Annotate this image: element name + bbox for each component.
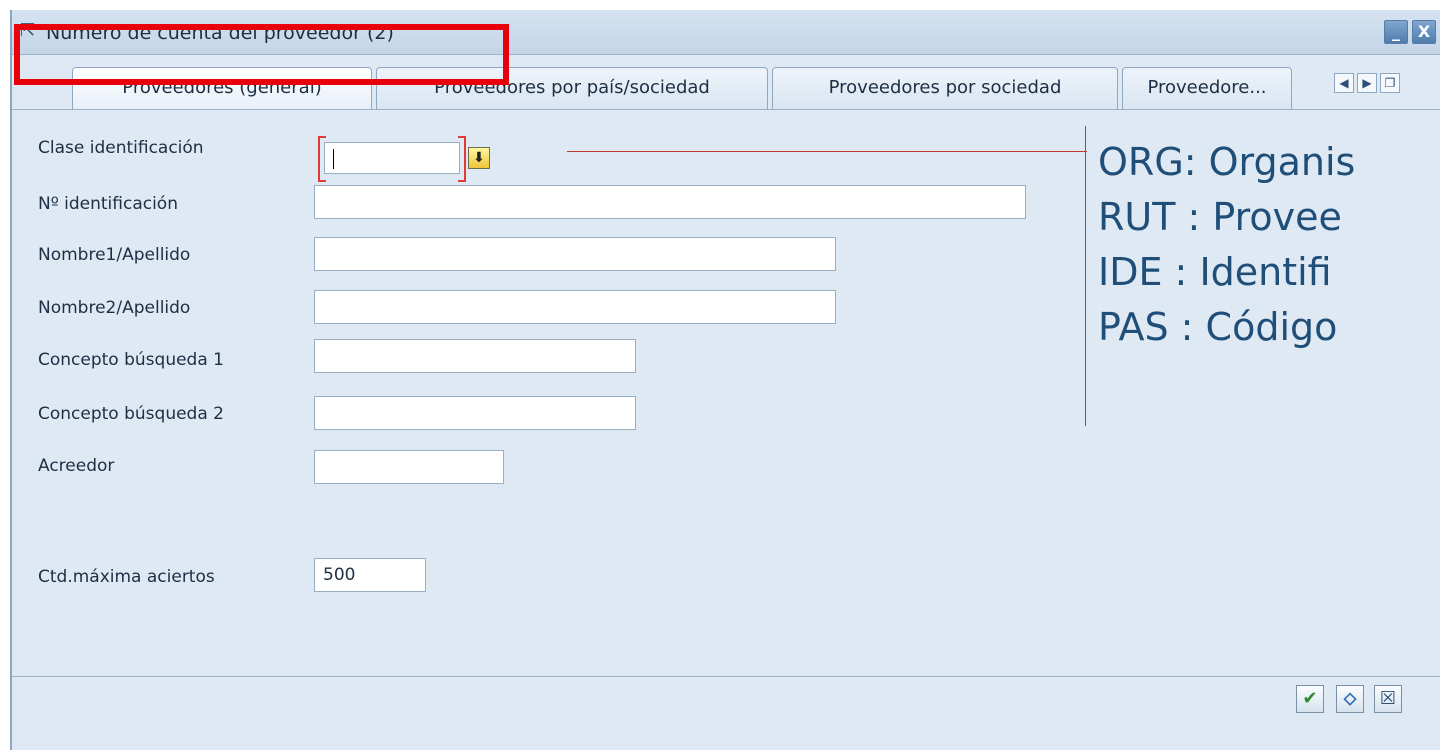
confirm-button[interactable]: ✔ [1296,685,1324,713]
label-max-aciertos: Ctd.máxima aciertos [38,567,215,587]
clase-identificacion-input[interactable] [324,142,460,174]
label-concepto1: Concepto búsqueda 1 [38,350,224,370]
annotation-line-pas: PAS : Código [1098,305,1338,349]
acreedor-input[interactable] [314,450,504,484]
label-concepto2: Concepto búsqueda 2 [38,404,224,424]
max-aciertos-input[interactable]: 500 [314,558,426,592]
concepto1-input[interactable] [314,339,636,373]
cancel-button[interactable]: ☒ [1374,685,1402,713]
tab-proveedores-more[interactable]: Proveedore... [1122,67,1292,109]
multiple-selection-button[interactable]: ⬦ [1336,685,1364,713]
nombre1-input[interactable] [314,237,836,271]
dialog-window: ⇱ Número de cuenta del proveedor (2) _ X… [10,10,1440,750]
callout-bracket [1085,126,1086,426]
tab-prev-icon[interactable]: ◀ [1334,73,1354,93]
text-cursor [333,149,334,169]
label-clase-identificacion: Clase identificación [38,138,204,158]
label-no-identificacion: Nº identificación [38,194,178,214]
annotation-line-rut: RUT : Provee [1098,195,1342,239]
tab-proveedores-sociedad[interactable]: Proveedores por sociedad [772,67,1118,109]
tab-next-icon[interactable]: ▶ [1357,73,1377,93]
label-nombre2: Nombre2/Apellido [38,298,191,318]
label-acreedor: Acreedor [38,456,115,476]
annotation-line-org: ORG: Organis [1098,140,1356,184]
concepto2-input[interactable] [314,396,636,430]
no-identificacion-input[interactable] [314,185,1026,219]
close-button[interactable]: X [1412,20,1436,44]
tab-list-icon[interactable]: ❐ [1380,73,1400,93]
minimize-button[interactable]: _ [1384,20,1408,44]
value-help-icon[interactable]: ⬇ [468,147,490,169]
label-nombre1: Nombre1/Apellido [38,245,191,265]
callout-line [567,151,1087,152]
highlight-box [14,24,509,85]
nombre2-input[interactable] [314,290,836,324]
annotation-line-ide: IDE : Identifi [1098,250,1332,294]
